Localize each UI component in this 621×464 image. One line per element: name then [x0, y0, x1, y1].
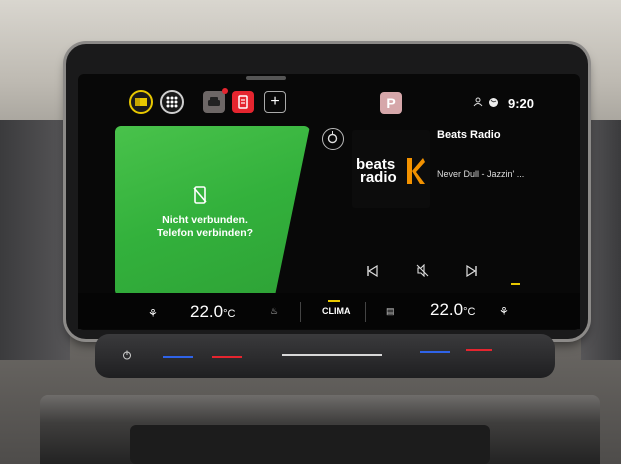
right-temperature[interactable]: 22.0°C	[430, 300, 475, 320]
car-interior-left	[0, 120, 70, 360]
phone-message-line1: Nicht verbunden.	[162, 214, 248, 226]
rear-defrost-icon[interactable]: ▤	[386, 306, 395, 317]
slider-cold-segment	[420, 351, 450, 353]
next-button[interactable]	[466, 264, 478, 280]
globe-icon	[488, 97, 499, 110]
logo-text-radio: radio	[360, 169, 397, 186]
previous-icon	[367, 264, 378, 278]
car-app-button[interactable]	[203, 88, 228, 113]
mute-icon	[416, 263, 429, 278]
left-temp-unit: °C	[223, 308, 236, 320]
app-launcher-icon	[238, 95, 248, 109]
phone-message-line2: Telefon verbinden?	[156, 227, 254, 239]
page-indicator	[511, 283, 520, 285]
profile-button[interactable]: P	[380, 92, 402, 114]
climate-divider	[300, 302, 301, 322]
clima-active-indicator	[328, 300, 340, 302]
right-temp-unit: °C	[463, 306, 476, 318]
left-temp-value: 22.0	[190, 302, 224, 321]
top-handle	[246, 76, 286, 80]
add-shortcut-button[interactable]: +	[264, 91, 286, 113]
red-app-button[interactable]	[232, 91, 254, 113]
clima-button[interactable]: CLIMA	[322, 306, 351, 316]
mute-button[interactable]	[416, 263, 429, 280]
beats-radio-logo: beats radio	[354, 156, 428, 186]
home-icon	[135, 98, 147, 106]
slider-hot-segment	[212, 356, 242, 358]
seat-heat-left-icon[interactable]: ⚘	[148, 307, 158, 320]
next-icon	[466, 264, 477, 278]
vent-slot	[130, 425, 490, 464]
station-name: Beats Radio	[437, 129, 501, 141]
clock: 9:20	[508, 96, 535, 111]
track-title: Never Dull - Jazzin' ...	[437, 169, 525, 179]
previous-button[interactable]	[366, 264, 378, 280]
apps-grid-icon	[166, 96, 178, 108]
radio-source-icon	[327, 131, 338, 144]
plus-icon: +	[270, 93, 280, 110]
defrost-icon[interactable]: ♨	[270, 306, 278, 317]
slider-hot-segment	[466, 349, 492, 351]
car-icon	[208, 97, 220, 106]
fan-slider-track	[282, 354, 382, 356]
phone-status-message: Nicht verbunden. Telefon verbinden?	[135, 214, 275, 240]
phone-disconnected-icon	[193, 186, 207, 204]
slider-cold-segment	[163, 356, 193, 358]
notification-dot	[222, 88, 228, 94]
source-select-button[interactable]	[322, 128, 344, 150]
left-temperature[interactable]: 22.0°C	[190, 302, 235, 322]
home-button[interactable]	[129, 90, 153, 114]
seat-heat-right-icon[interactable]: ⚘	[499, 305, 509, 318]
apps-grid-button[interactable]	[160, 90, 184, 114]
climate-divider	[365, 302, 366, 322]
user-icon	[473, 97, 483, 109]
power-icon[interactable]	[122, 350, 132, 362]
beats-k-mark	[407, 158, 425, 184]
right-temp-value: 22.0	[430, 300, 464, 319]
